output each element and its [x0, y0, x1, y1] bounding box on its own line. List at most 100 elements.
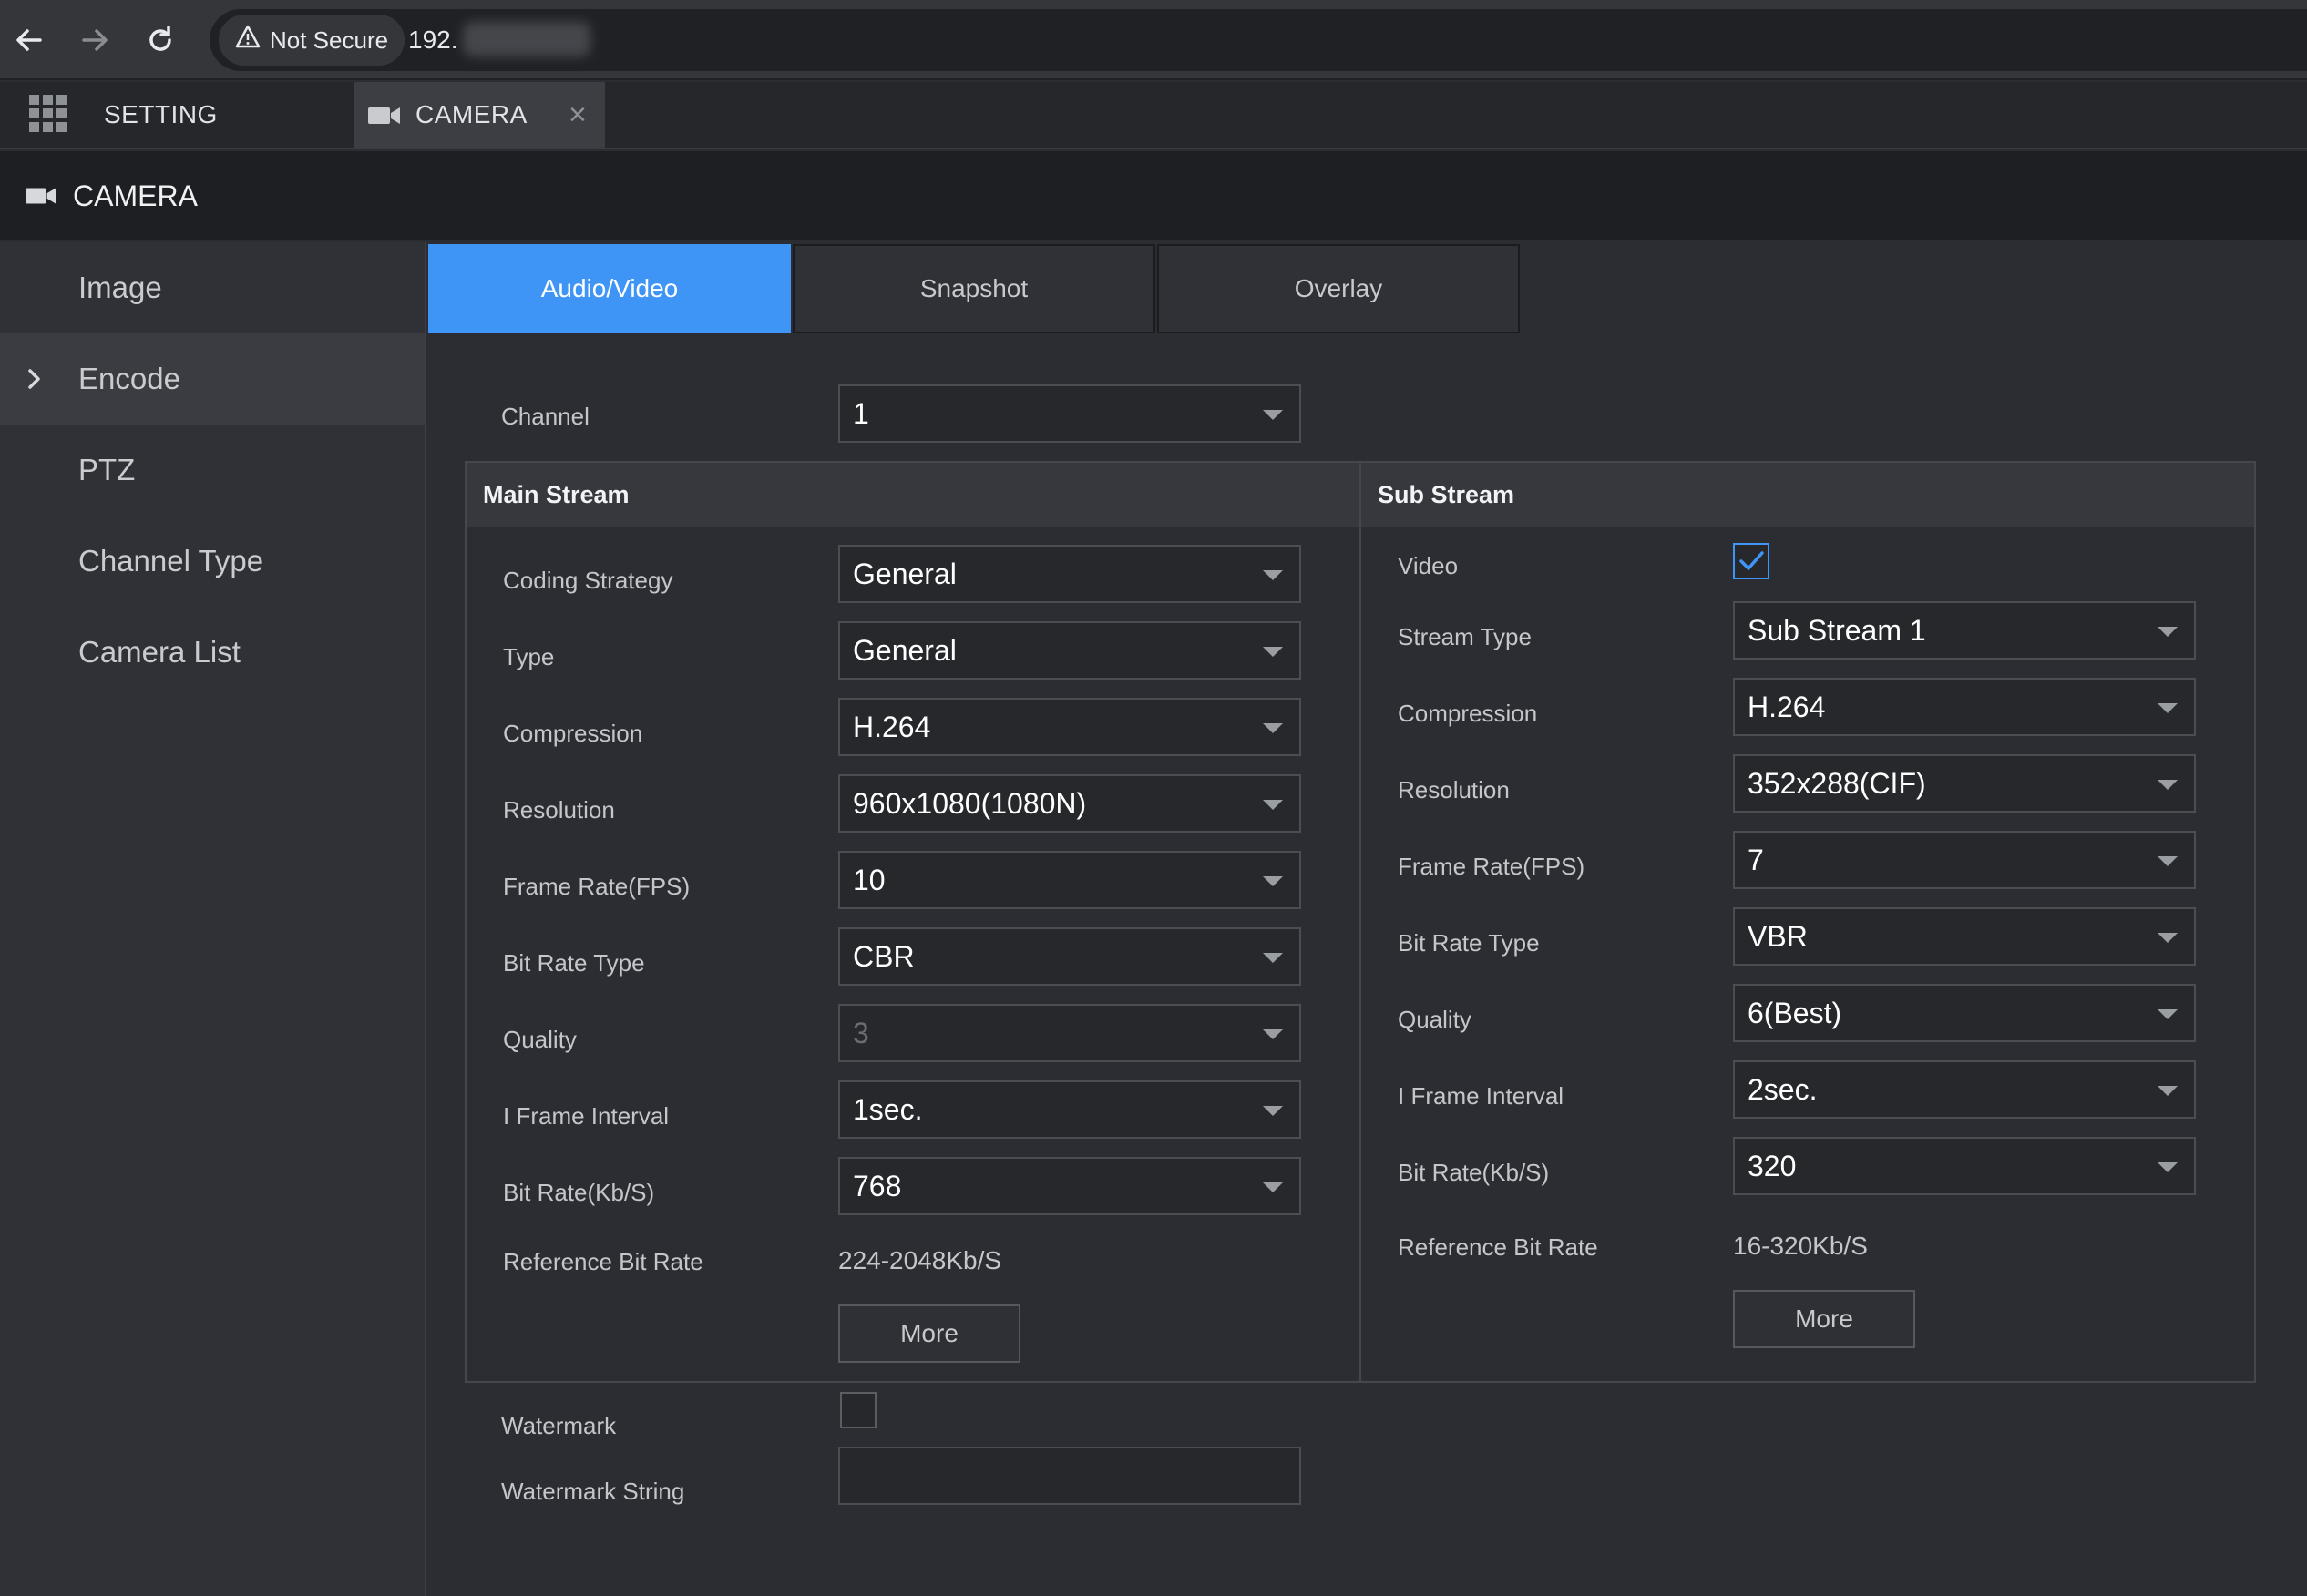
security-label: Not Secure [270, 26, 389, 54]
browser-toolbar: Not Secure 192. [0, 0, 2307, 80]
bit-rate-select[interactable]: 768 [838, 1157, 1301, 1215]
tab-setting[interactable]: SETTING [0, 82, 352, 148]
compression-value: H.264 [1748, 691, 1826, 723]
watermark-label: Watermark [501, 1412, 617, 1439]
bit-rate-type-select[interactable]: CBR [838, 927, 1301, 986]
dropdown-caret-icon [1263, 410, 1283, 420]
more-button[interactable]: More [1733, 1290, 1915, 1348]
app-tab-bar: SETTING CAMERA × [0, 82, 2307, 149]
close-icon[interactable]: × [569, 97, 587, 133]
sidebar-item-ptz[interactable]: PTZ [0, 425, 425, 516]
stream-type-value: Sub Stream 1 [1748, 614, 1926, 647]
quality-select[interactable]: 6(Best) [1733, 984, 2196, 1042]
sub-stream-header: Sub Stream [1361, 463, 2254, 527]
bit-rate-type-select[interactable]: VBR [1733, 907, 2196, 966]
sub-stream-panel: Sub Stream Video Stream Type Sub Stream … [1359, 461, 2256, 1383]
frame-rate-value: 7 [1748, 844, 1764, 876]
forward-arrow-icon[interactable] [75, 20, 115, 60]
frame-rate-select[interactable]: 10 [838, 851, 1301, 909]
sidebar-item-encode[interactable]: Encode [0, 333, 425, 425]
coding-strategy-value: General [853, 558, 957, 590]
resolution-label: Resolution [1398, 776, 1510, 803]
camera-icon [368, 106, 401, 130]
resolution-value: 352x288(CIF) [1748, 767, 1926, 800]
more-button[interactable]: More [838, 1304, 1020, 1363]
watermark-string-input[interactable] [838, 1447, 1301, 1505]
back-arrow-icon[interactable] [9, 20, 49, 60]
dropdown-caret-icon [2158, 1009, 2178, 1019]
compression-label: Compression [1398, 700, 1538, 727]
dropdown-caret-icon [1263, 570, 1283, 580]
resolution-label: Resolution [503, 796, 615, 824]
resolution-select[interactable]: 960x1080(1080N) [838, 774, 1301, 833]
dropdown-caret-icon [1263, 723, 1283, 733]
tab-camera-label: CAMERA [415, 100, 528, 128]
bit-rate-type-value: CBR [853, 940, 915, 973]
dropdown-caret-icon [1263, 1029, 1283, 1039]
video-label: Video [1398, 552, 1459, 579]
url-redacted [463, 22, 590, 56]
sidebar-item-label: PTZ [78, 453, 136, 486]
stream-type-label: Stream Type [1398, 623, 1532, 650]
tab-audio-video[interactable]: Audio/Video [428, 244, 791, 333]
reference-bit-rate-value: 224-2048Kb/S [838, 1246, 1002, 1274]
sidebar-item-image[interactable]: Image [0, 242, 425, 333]
bit-rate-type-value: VBR [1748, 920, 1808, 953]
url-text[interactable]: 192. [408, 15, 458, 66]
resolution-select[interactable]: 352x288(CIF) [1733, 754, 2196, 813]
quality-value: 3 [853, 1017, 869, 1049]
quality-select: 3 [838, 1004, 1301, 1062]
sidebar-item-label: Encode [78, 362, 180, 395]
channel-select[interactable]: 1 [838, 384, 1301, 443]
reference-bit-rate-value: 16-320Kb/S [1733, 1232, 1868, 1260]
bit-rate-type-label: Bit Rate Type [503, 949, 645, 977]
reload-icon[interactable] [140, 20, 180, 60]
video-checkbox[interactable] [1733, 543, 1769, 579]
dropdown-caret-icon [1263, 647, 1283, 657]
sidebar-item-label: Camera List [78, 635, 241, 669]
watermark-checkbox[interactable] [840, 1392, 877, 1428]
sub-stream-title: Sub Stream [1378, 480, 1515, 508]
quality-value: 6(Best) [1748, 997, 1842, 1029]
bit-rate-value: 768 [853, 1170, 902, 1202]
frame-rate-select[interactable]: 7 [1733, 831, 2196, 889]
coding-strategy-select[interactable]: General [838, 545, 1301, 603]
bit-rate-value: 320 [1748, 1150, 1797, 1182]
type-select[interactable]: General [838, 621, 1301, 680]
bit-rate-type-label: Bit Rate Type [1398, 929, 1540, 957]
dropdown-caret-icon [1263, 1106, 1283, 1116]
i-frame-interval-select[interactable]: 1sec. [838, 1080, 1301, 1139]
security-indicator[interactable]: Not Secure [219, 15, 405, 66]
main-stream-title: Main Stream [483, 480, 630, 508]
stream-type-select[interactable]: Sub Stream 1 [1733, 601, 2196, 660]
sidebar-item-label: Channel Type [78, 544, 264, 578]
i-frame-interval-label: I Frame Interval [503, 1102, 670, 1130]
compression-value: H.264 [853, 711, 931, 743]
main-stream-panel: Main Stream Coding Strategy General Type… [465, 461, 1361, 1383]
compression-select[interactable]: H.264 [838, 698, 1301, 756]
checkmark-icon [1738, 548, 1765, 578]
type-value: General [853, 634, 957, 667]
tab-camera[interactable]: CAMERA × [354, 82, 605, 148]
tab-overlay[interactable]: Overlay [1157, 244, 1520, 333]
i-frame-interval-value: 1sec. [853, 1093, 923, 1126]
compression-select[interactable]: H.264 [1733, 678, 2196, 736]
i-frame-interval-select[interactable]: 2sec. [1733, 1060, 2196, 1119]
page-title: CAMERA [73, 179, 198, 212]
main-content: Audio/Video Snapshot Overlay Channel 1 M… [428, 242, 2307, 1596]
dropdown-caret-icon [2158, 1086, 2178, 1096]
sidebar-item-camera-list[interactable]: Camera List [0, 607, 425, 698]
dropdown-caret-icon [1263, 953, 1283, 963]
compression-label: Compression [503, 720, 643, 747]
sidebar-item-channel-type[interactable]: Channel Type [0, 516, 425, 607]
coding-strategy-label: Coding Strategy [503, 567, 673, 594]
bit-rate-select[interactable]: 320 [1733, 1137, 2196, 1195]
chevron-right-icon [26, 366, 44, 396]
dropdown-caret-icon [1263, 1182, 1283, 1192]
bit-rate-label: Bit Rate(Kb/S) [503, 1179, 655, 1206]
tab-snapshot[interactable]: Snapshot [793, 244, 1155, 333]
sidebar-item-label: Image [78, 271, 162, 304]
dropdown-caret-icon [2158, 1162, 2178, 1172]
type-label: Type [503, 643, 555, 670]
frame-rate-label: Frame Rate(FPS) [503, 873, 691, 900]
